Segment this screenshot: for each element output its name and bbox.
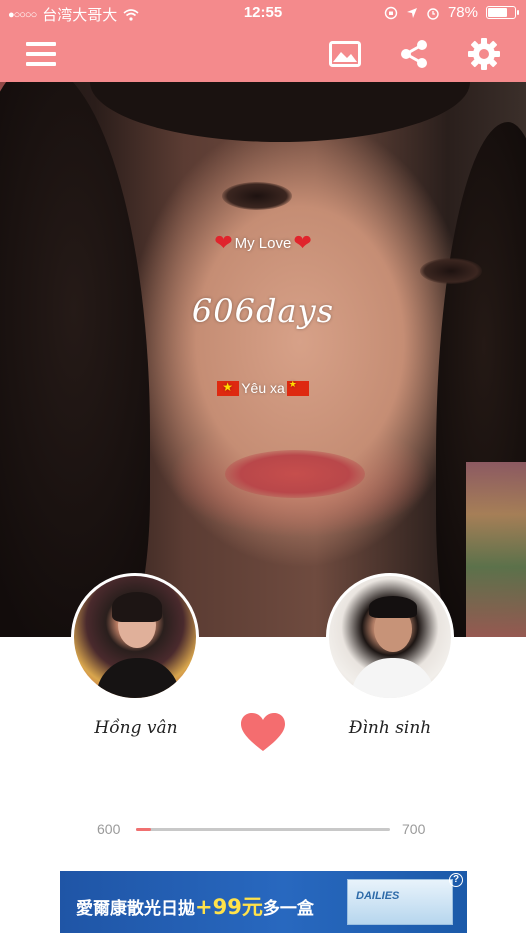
cover-photo: ❤ My Love ❤ 606days Yêu xa [0, 82, 526, 637]
love-subtitle-text: Yêu xa [241, 380, 285, 396]
change-photo-button[interactable] [325, 34, 365, 74]
status-bar: ●○○○○ 台湾大哥大 12:55 78% [0, 0, 526, 26]
ad-text-price: +99元 [195, 895, 263, 919]
share-icon [401, 40, 427, 68]
progress-bar [136, 828, 390, 831]
battery-icon [486, 6, 519, 19]
menu-button[interactable] [21, 34, 61, 74]
heart-button[interactable] [241, 713, 285, 753]
hamburger-menu-icon [26, 42, 56, 66]
days-counter: 606days [191, 292, 335, 330]
heart-icon [241, 713, 285, 751]
love-subtitle: Yêu xa [0, 379, 526, 396]
person-a-name[interactable]: Hồng vân [56, 718, 216, 738]
person-b-name[interactable]: Đình sinh [310, 718, 470, 738]
settings-gear-icon [468, 38, 500, 70]
avatar-person-a[interactable] [71, 573, 199, 701]
battery-fill [488, 8, 507, 17]
china-flag-icon [286, 379, 309, 396]
avatar-person-b[interactable] [326, 573, 454, 701]
battery-percent: 78% [447, 4, 478, 21]
app-toolbar [0, 26, 526, 82]
ad-product-image: DAILIES [347, 879, 453, 925]
alarm-clock-icon [427, 7, 439, 20]
share-button[interactable] [394, 34, 434, 74]
love-title: ❤ My Love ❤ [0, 232, 526, 254]
progress-bar-fill [136, 828, 152, 831]
red-heart-icon: ❤ [293, 230, 312, 255]
status-right: 78% [384, 4, 519, 21]
ad-text-suffix: 多一盒 [262, 899, 314, 919]
location-arrow-icon [406, 7, 417, 18]
love-title-text: My Love [234, 234, 292, 252]
rotation-lock-icon [384, 6, 398, 19]
ad-headline: 愛爾康散光日拋+99元多一盒 [76, 891, 314, 921]
vietnam-flag-icon [217, 380, 240, 396]
progress-max-label: 700 [402, 821, 426, 837]
progress-min-label: 600 [97, 821, 121, 837]
red-heart-icon: ❤ [214, 230, 233, 255]
settings-button[interactable] [464, 34, 504, 74]
ad-product-brand: DAILIES [356, 890, 400, 902]
app-screen: ●○○○○ 台湾大哥大 12:55 78% ❤ My Love ❤ 606day… [0, 0, 526, 935]
ad-text-prefix: 愛爾康散光日拋 [76, 899, 195, 919]
image-icon [329, 41, 361, 67]
ad-info-icon[interactable]: ? [449, 873, 463, 887]
ad-banner[interactable]: 愛爾康散光日拋+99元多一盒 DAILIES ? [60, 871, 467, 933]
